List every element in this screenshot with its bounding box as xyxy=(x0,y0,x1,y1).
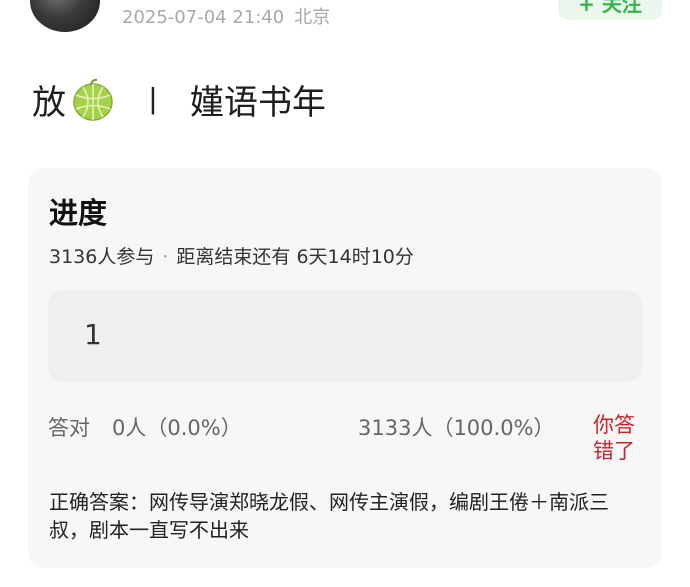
poll-option[interactable]: 1 xyxy=(48,290,642,382)
result-row: 答对 0人（0.0%） 3133人（100.0%） 你答错了 xyxy=(48,408,648,468)
melon-icon xyxy=(73,78,113,121)
follow-button[interactable]: + 关注 xyxy=(558,0,662,20)
correct-count: 0人（0.0%） xyxy=(112,416,242,440)
correct-label: 答对 xyxy=(48,416,90,440)
title-separator: 丨 xyxy=(138,85,168,120)
title-suffix: 嫤语书年 xyxy=(190,82,326,123)
participant-count: 3136人参与 xyxy=(49,246,155,268)
title-prefix: 放 xyxy=(32,82,66,123)
poll-title: 进度 xyxy=(49,196,108,230)
post-timestamp: 2025-07-04 21:40 xyxy=(122,7,285,28)
post-meta: 2025-07-04 21:40 北京 xyxy=(122,3,330,29)
time-remaining: 距离结束还有 6天14时10分 xyxy=(176,246,414,268)
post-location: 北京 xyxy=(294,7,331,28)
stats-separator: · xyxy=(162,246,169,268)
avatar[interactable] xyxy=(30,0,100,32)
poll-card: 进度 3136人参与 · 距离结束还有 6天14时10分 1 答对 0人（0.0%）… xyxy=(28,168,662,568)
correct-answer: 正确答案：网传导演郑晓龙假、网传主演假，编剧王倦＋南派三叔，剧本一直写不出来 xyxy=(49,490,609,542)
poll-stats: 3136人参与 · 距离结束还有 6天14时10分 xyxy=(49,242,414,269)
post-title: 放 丨 嫤语书年 xyxy=(32,74,326,124)
option-text: 1 xyxy=(84,318,102,351)
wrong-count: 3133人（100.0%） xyxy=(358,416,555,440)
your-answer-status: 你答错了 xyxy=(593,413,635,463)
